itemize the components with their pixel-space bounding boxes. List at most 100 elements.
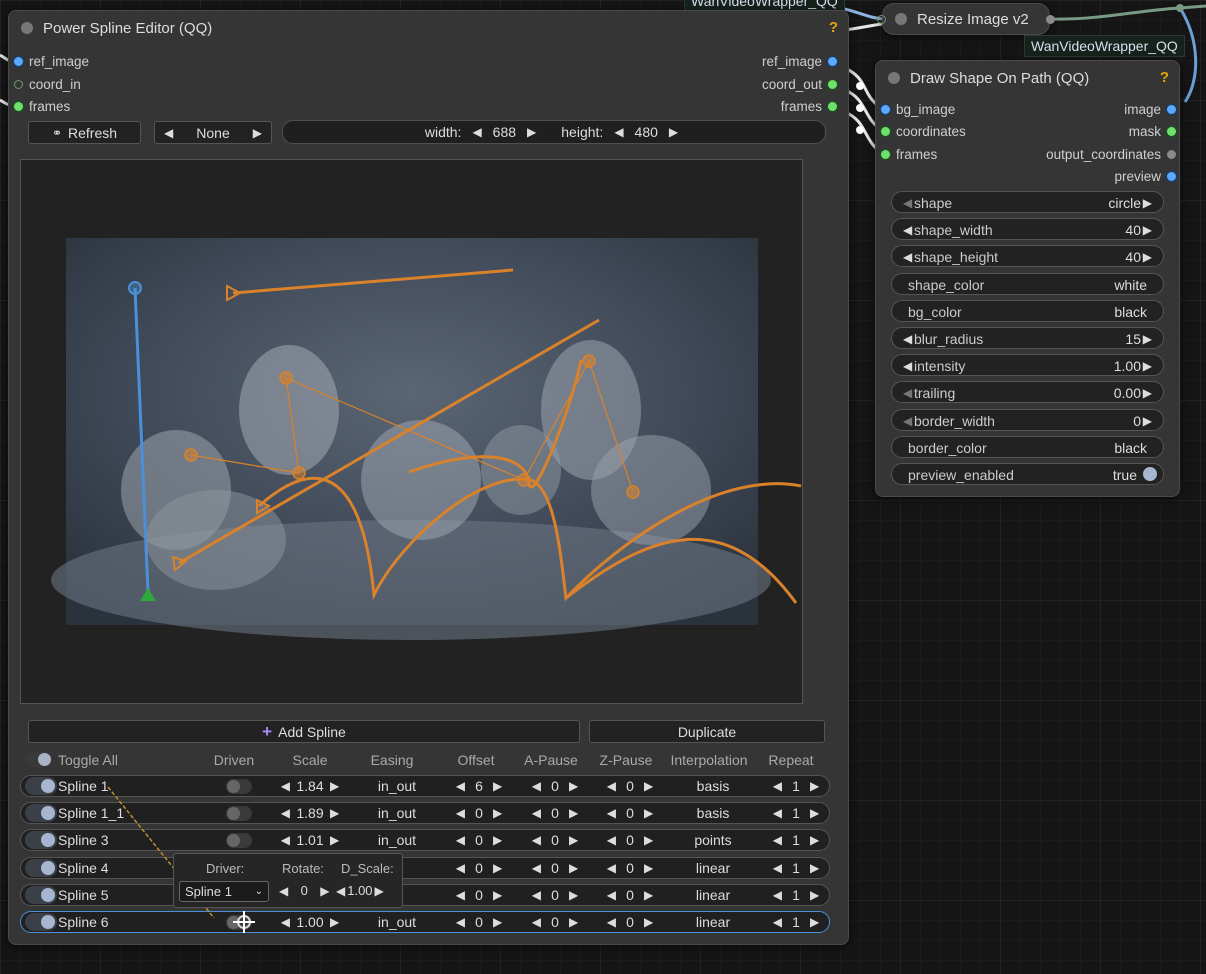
scale-decrement-icon[interactable]: ◀ xyxy=(276,915,295,929)
offset-increment-icon[interactable]: ▶ xyxy=(488,806,507,820)
interpolation-select[interactable]: points xyxy=(694,832,731,848)
a-pause-widget[interactable]: ◀ 0 ▶ xyxy=(527,805,583,821)
repeat-widget[interactable]: ◀ 1 ▶ xyxy=(768,887,824,903)
spline-name[interactable]: Spline 1_1 xyxy=(58,805,124,821)
spline-name[interactable]: Spline 6 xyxy=(58,914,109,930)
spline-enable-toggle[interactable] xyxy=(25,777,57,795)
resize-image-node[interactable]: Resize Image v2 xyxy=(882,3,1050,35)
slot-dot-icon[interactable] xyxy=(828,102,837,111)
collapse-dot-icon[interactable] xyxy=(21,22,33,34)
dscale-increment-icon[interactable]: ▶ xyxy=(373,884,386,898)
slot-dot-icon[interactable] xyxy=(1167,105,1176,114)
width-increment-icon[interactable]: ▶ xyxy=(522,125,541,139)
z-pause-decrement-icon[interactable]: ◀ xyxy=(602,833,621,847)
increment-arrow-icon[interactable]: ▶ xyxy=(1138,250,1157,264)
offset-increment-icon[interactable]: ▶ xyxy=(488,833,507,847)
a-pause-decrement-icon[interactable]: ◀ xyxy=(527,861,546,875)
slot-dot-icon[interactable] xyxy=(14,80,23,89)
repeat-decrement-icon[interactable]: ◀ xyxy=(768,888,787,902)
z-pause-widget[interactable]: ◀ 0 ▶ xyxy=(602,887,658,903)
easing-select[interactable]: in_out xyxy=(378,832,416,848)
a-pause-decrement-icon[interactable]: ◀ xyxy=(527,833,546,847)
widget-shape[interactable]: shape circle ◀ ▶ xyxy=(891,191,1164,213)
spline-editor-title-bar[interactable]: Power Spline Editor (QQ) xyxy=(9,11,848,45)
repeat-widget[interactable]: ◀ 1 ▶ xyxy=(768,805,824,821)
slot-dot-icon[interactable] xyxy=(881,105,890,114)
offset-decrement-icon[interactable]: ◀ xyxy=(451,806,470,820)
decrement-arrow-icon[interactable]: ◀ xyxy=(898,250,917,264)
slot-dot-icon[interactable] xyxy=(14,102,23,111)
spline-enable-toggle[interactable] xyxy=(25,804,57,822)
widget-border-color[interactable]: border_color black xyxy=(891,436,1164,458)
slot-dot-icon[interactable] xyxy=(1167,127,1176,136)
slot-dot-icon[interactable] xyxy=(881,127,890,136)
toggle-all-switch[interactable] xyxy=(26,752,52,767)
repeat-decrement-icon[interactable]: ◀ xyxy=(768,915,787,929)
spline-canvas[interactable] xyxy=(20,159,803,704)
increment-arrow-icon[interactable]: ▶ xyxy=(1138,196,1157,210)
resize-output-dot[interactable] xyxy=(1046,15,1055,24)
scale-increment-icon[interactable]: ▶ xyxy=(325,806,344,820)
offset-widget[interactable]: ◀ 0 ▶ xyxy=(451,832,507,848)
interpolation-select[interactable]: linear xyxy=(696,887,730,903)
help-icon[interactable]: ? xyxy=(1160,69,1169,86)
z-pause-decrement-icon[interactable]: ◀ xyxy=(602,861,621,875)
z-pause-increment-icon[interactable]: ▶ xyxy=(639,915,658,929)
spline-enable-toggle[interactable] xyxy=(25,913,57,931)
z-pause-increment-icon[interactable]: ▶ xyxy=(639,833,658,847)
scale-widget[interactable]: ◀ 1.01 ▶ xyxy=(276,832,344,848)
repeat-widget[interactable]: ◀ 1 ▶ xyxy=(768,832,824,848)
z-pause-widget[interactable]: ◀ 0 ▶ xyxy=(602,860,658,876)
repeat-widget[interactable]: ◀ 1 ▶ xyxy=(768,778,824,794)
scale-decrement-icon[interactable]: ◀ xyxy=(276,833,295,847)
dscale-widget[interactable]: ◀ 1.00 ▶ xyxy=(334,883,386,898)
decrement-arrow-icon[interactable]: ◀ xyxy=(898,332,917,346)
offset-increment-icon[interactable]: ▶ xyxy=(488,861,507,875)
output-slot-coord-out[interactable]: coord_out xyxy=(762,77,837,92)
decrement-arrow-icon[interactable]: ◀ xyxy=(898,414,917,428)
widget-shape-width[interactable]: shape_width 40 ◀ ▶ xyxy=(891,218,1164,240)
duplicate-button[interactable]: Duplicate xyxy=(589,720,825,743)
increment-arrow-icon[interactable]: ▶ xyxy=(1138,414,1157,428)
scale-decrement-icon[interactable]: ◀ xyxy=(276,806,295,820)
driven-toggle[interactable] xyxy=(226,806,252,821)
a-pause-increment-icon[interactable]: ▶ xyxy=(564,888,583,902)
spline-enable-toggle[interactable] xyxy=(25,886,57,904)
offset-increment-icon[interactable]: ▶ xyxy=(488,915,507,929)
spline-row-1[interactable]: Spline 1 ◀ 1.84 ▶ in_out ◀ 6 ▶ ◀ 0 ▶ ◀ 0 ▶ basis… xyxy=(20,775,830,797)
slot-dot-icon[interactable] xyxy=(1167,150,1176,159)
spline-name[interactable]: Spline 5 xyxy=(58,887,109,903)
a-pause-increment-icon[interactable]: ▶ xyxy=(564,779,583,793)
scale-increment-icon[interactable]: ▶ xyxy=(325,779,344,793)
increment-arrow-icon[interactable]: ▶ xyxy=(1138,386,1157,400)
rotate-increment-icon[interactable]: ▶ xyxy=(315,884,334,898)
input-slot-coordinates[interactable]: coordinates xyxy=(881,124,966,139)
easing-select[interactable]: in_out xyxy=(378,914,416,930)
output-slot-mask[interactable]: mask xyxy=(1129,124,1176,139)
spline-row-2[interactable]: Spline 1_1 ◀ 1.89 ▶ in_out ◀ 0 ▶ ◀ 0 ▶ ◀ 0 ▶ bas… xyxy=(20,802,830,824)
spline-name[interactable]: Spline 4 xyxy=(58,860,109,876)
spline-enable-toggle[interactable] xyxy=(25,859,57,877)
spline-canvas-svg[interactable] xyxy=(21,160,804,705)
scale-widget[interactable]: ◀ 1.89 ▶ xyxy=(276,805,344,821)
offset-decrement-icon[interactable]: ◀ xyxy=(451,861,470,875)
offset-decrement-icon[interactable]: ◀ xyxy=(451,915,470,929)
widget-blur-radius[interactable]: blur_radius 15 ◀ ▶ xyxy=(891,327,1164,349)
offset-widget[interactable]: ◀ 0 ▶ xyxy=(451,860,507,876)
collapse-dot-icon[interactable] xyxy=(888,72,900,84)
widget-shape-height[interactable]: shape_height 40 ◀ ▶ xyxy=(891,245,1164,267)
background-select[interactable]: ◀ None ▶ xyxy=(154,121,272,144)
rotate-decrement-icon[interactable]: ◀ xyxy=(274,884,293,898)
z-pause-decrement-icon[interactable]: ◀ xyxy=(602,915,621,929)
offset-widget[interactable]: ◀ 6 ▶ xyxy=(451,778,507,794)
repeat-decrement-icon[interactable]: ◀ xyxy=(768,779,787,793)
a-pause-widget[interactable]: ◀ 0 ▶ xyxy=(527,832,583,848)
spline-row-6[interactable]: Spline 6 ◀ 1.00 ▶ in_out ◀ 0 ▶ ◀ 0 ▶ ◀ 0 ▶ linea… xyxy=(20,911,830,933)
repeat-increment-icon[interactable]: ▶ xyxy=(805,861,824,875)
repeat-decrement-icon[interactable]: ◀ xyxy=(768,861,787,875)
decrement-arrow-icon[interactable]: ◀ xyxy=(898,196,917,210)
offset-decrement-icon[interactable]: ◀ xyxy=(451,833,470,847)
slot-dot-icon[interactable] xyxy=(828,57,837,66)
driven-toggle[interactable] xyxy=(226,833,252,848)
increment-arrow-icon[interactable]: ▶ xyxy=(1138,332,1157,346)
